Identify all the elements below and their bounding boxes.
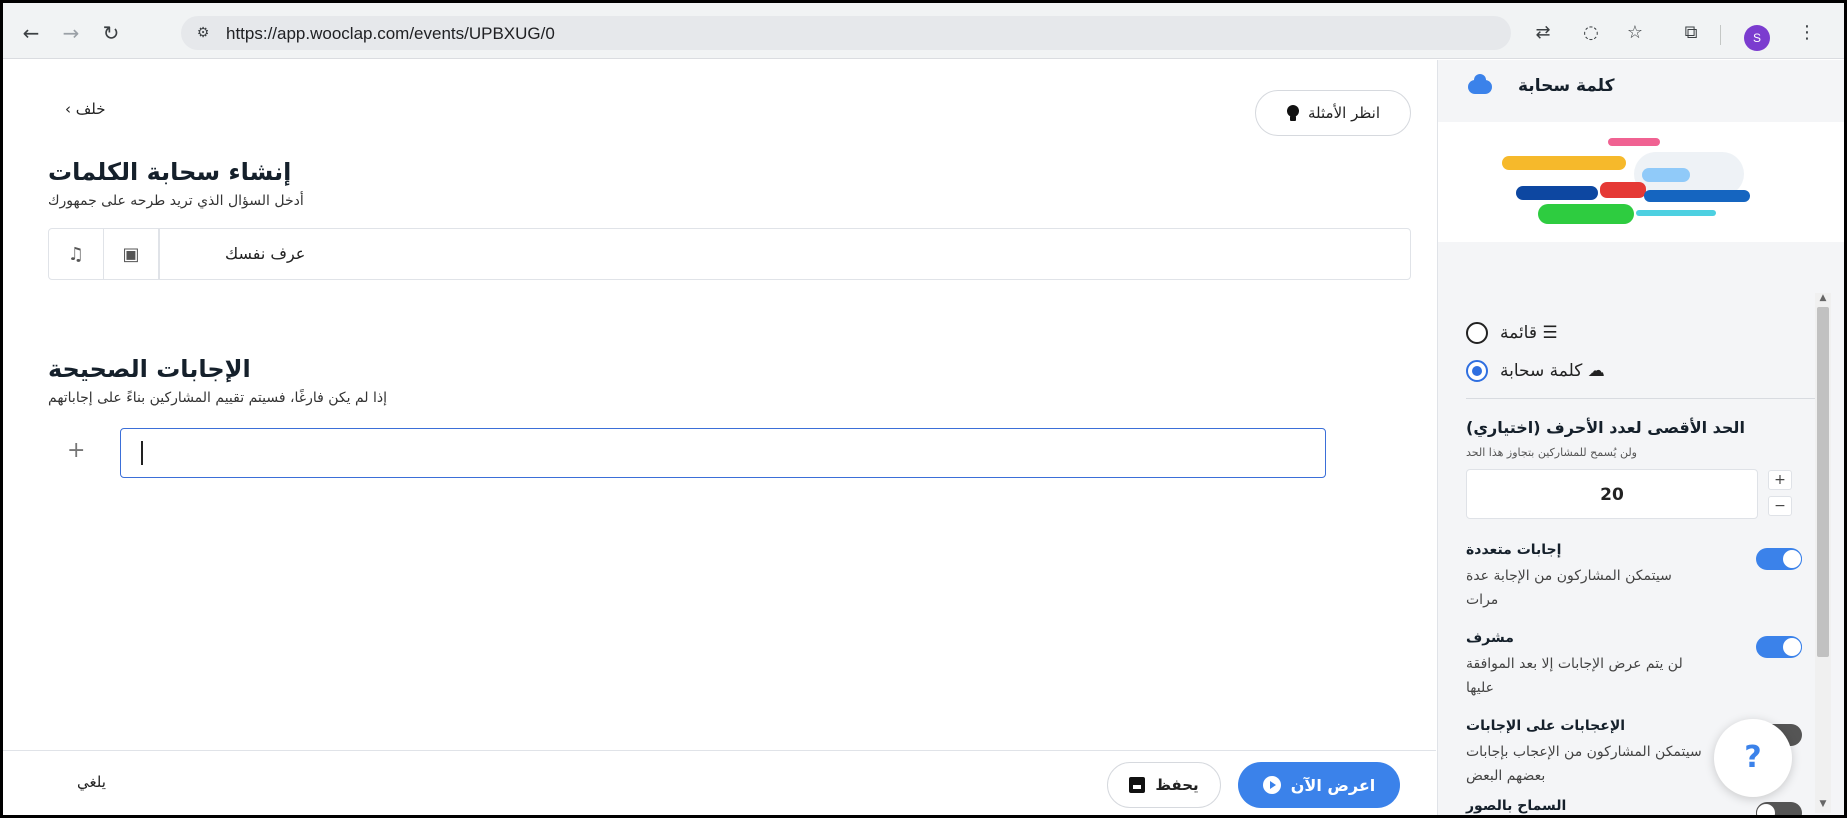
answer-input[interactable]	[120, 428, 1326, 478]
browser-toolbar: ← → ↻ ⚙ https://app.wooclap.com/events/U…	[3, 3, 1844, 59]
back-link[interactable]: خلف ›	[65, 100, 106, 118]
increment-button[interactable]: +	[1768, 470, 1792, 490]
question-editor: خلف › انظر الأمثلة إنشاء سحابة الكلمات أ…	[3, 60, 1436, 815]
media-divider	[159, 229, 160, 279]
illustration-bar	[1644, 190, 1750, 202]
translate-icon[interactable]: ⇄	[1531, 21, 1555, 45]
scrollbar-thumb[interactable]	[1817, 307, 1829, 657]
allow-images-switch[interactable]	[1756, 802, 1802, 815]
option-list-label: ☰ قائمة	[1500, 323, 1558, 343]
reload-icon[interactable]: ↻	[97, 19, 125, 47]
back-arrow-icon[interactable]: ←	[17, 19, 45, 47]
text-caret	[141, 441, 143, 465]
examples-label: انظر الأمثلة	[1308, 104, 1380, 122]
scroll-up-icon[interactable]: ▲	[1817, 293, 1829, 303]
music-icon[interactable]: ♫	[49, 229, 104, 279]
illustration-bar	[1608, 138, 1660, 146]
see-examples-button[interactable]: انظر الأمثلة	[1255, 90, 1411, 136]
illustration-bar	[1600, 182, 1646, 198]
url-text: https://app.wooclap.com/events/UPBXUG/0	[226, 24, 555, 43]
panel-header: كلمة سحابة	[1438, 60, 1844, 122]
radio-list[interactable]	[1466, 322, 1488, 344]
panel-divider	[1466, 398, 1820, 399]
option-word-cloud[interactable]: ☁ كلمة سحابة	[1466, 360, 1605, 382]
decrement-button[interactable]: −	[1768, 496, 1792, 516]
save-button[interactable]: يحفظ	[1107, 762, 1221, 808]
site-settings-icon[interactable]: ⚙	[193, 23, 213, 43]
page-subtitle: أدخل السؤال الذي تريد طرحه على جمهورك	[48, 193, 304, 209]
page-title: إنشاء سحابة الكلمات	[48, 158, 292, 186]
lightbulb-icon	[1286, 104, 1300, 122]
cancel-button[interactable]: يلغي	[77, 773, 106, 791]
illustration-bar	[1538, 204, 1634, 224]
option-word-cloud-label: ☁ كلمة سحابة	[1500, 361, 1605, 381]
panel-title: كلمة سحابة	[1518, 76, 1615, 96]
multiple-answers-switch[interactable]	[1756, 548, 1802, 570]
forward-arrow-icon[interactable]: →	[57, 19, 85, 47]
bookmark-star-icon[interactable]: ☆	[1623, 21, 1647, 45]
scroll-down-icon[interactable]: ▼	[1817, 799, 1829, 809]
editor-footer: يلغي يحفظ اعرض الآن	[3, 750, 1436, 815]
more-menu-icon[interactable]: ⋮	[1795, 21, 1819, 45]
char-limit-title: الحد الأقصى لعدد الأحرف (اختياري)	[1466, 418, 1745, 437]
present-now-button[interactable]: اعرض الآن	[1238, 762, 1400, 808]
image-icon[interactable]: ▣	[104, 229, 159, 279]
back-label: خلف	[75, 100, 106, 118]
toggle-description: سيتمكن المشاركون من الإجابة عدة مرات	[1466, 568, 1672, 608]
toggle-title: إجابات متعددة	[1466, 542, 1562, 558]
question-input[interactable]: ♫ ▣ عرف نفسك	[48, 228, 1411, 280]
toggle-description: سيتمكن المشاركون من الإعجاب بإجابات بعضه…	[1466, 744, 1702, 784]
floppy-disk-icon	[1129, 777, 1146, 793]
toggle-title: السماح بالصور	[1466, 798, 1567, 814]
toggle-title: الإعجابات على الإجابات	[1466, 718, 1626, 734]
cloud-small-icon: ☁	[1582, 361, 1605, 381]
list-icon: ☰	[1536, 323, 1558, 343]
illustration-bar	[1642, 168, 1690, 182]
illustration-bar	[1516, 186, 1598, 200]
toggle-title: مشرف	[1466, 630, 1514, 646]
char-limit-input[interactable]: 20	[1466, 469, 1758, 519]
add-answer-icon[interactable]: +	[67, 438, 85, 463]
settings-panel: كلمة سحابة ☰ قائمة ☁ كلمة سحابة الحد الأ…	[1437, 60, 1844, 815]
illustration-bar	[1502, 156, 1626, 170]
illustration-bar	[1636, 210, 1716, 216]
present-label: اعرض الآن	[1290, 775, 1376, 795]
toggle-description: لن يتم عرض الإجابات إلا بعد الموافقة علي…	[1466, 656, 1683, 696]
eye-off-icon[interactable]: ◌	[1579, 21, 1603, 45]
cloud-icon	[1468, 74, 1492, 94]
app-window: ← → ↻ ⚙ https://app.wooclap.com/events/U…	[3, 3, 1844, 815]
correct-answers-title: الإجابات الصحيحة	[48, 355, 251, 383]
save-label: يحفظ	[1155, 776, 1199, 794]
char-limit-subtitle: ولن يُسمح للمشاركين بتجاوز هذا الحد	[1466, 446, 1637, 459]
toolbar-divider	[1720, 25, 1721, 45]
extensions-icon[interactable]: ⧉	[1679, 21, 1703, 45]
option-list[interactable]: ☰ قائمة	[1466, 322, 1558, 344]
moderator-switch[interactable]	[1756, 636, 1802, 658]
correct-answers-subtitle: إذا لم يكن فارغًا، فسيتم تقييم المشاركين…	[48, 390, 388, 406]
play-icon	[1262, 776, 1281, 794]
question-text[interactable]: عرف نفسك	[225, 244, 305, 263]
radio-word-cloud[interactable]	[1466, 360, 1488, 382]
chevron-right-icon: ›	[65, 100, 71, 118]
word-cloud-illustration	[1438, 122, 1844, 242]
help-button[interactable]: ?	[1714, 719, 1792, 797]
profile-avatar[interactable]: S	[1744, 25, 1770, 51]
address-bar[interactable]: ⚙ https://app.wooclap.com/events/UPBXUG/…	[181, 16, 1511, 50]
